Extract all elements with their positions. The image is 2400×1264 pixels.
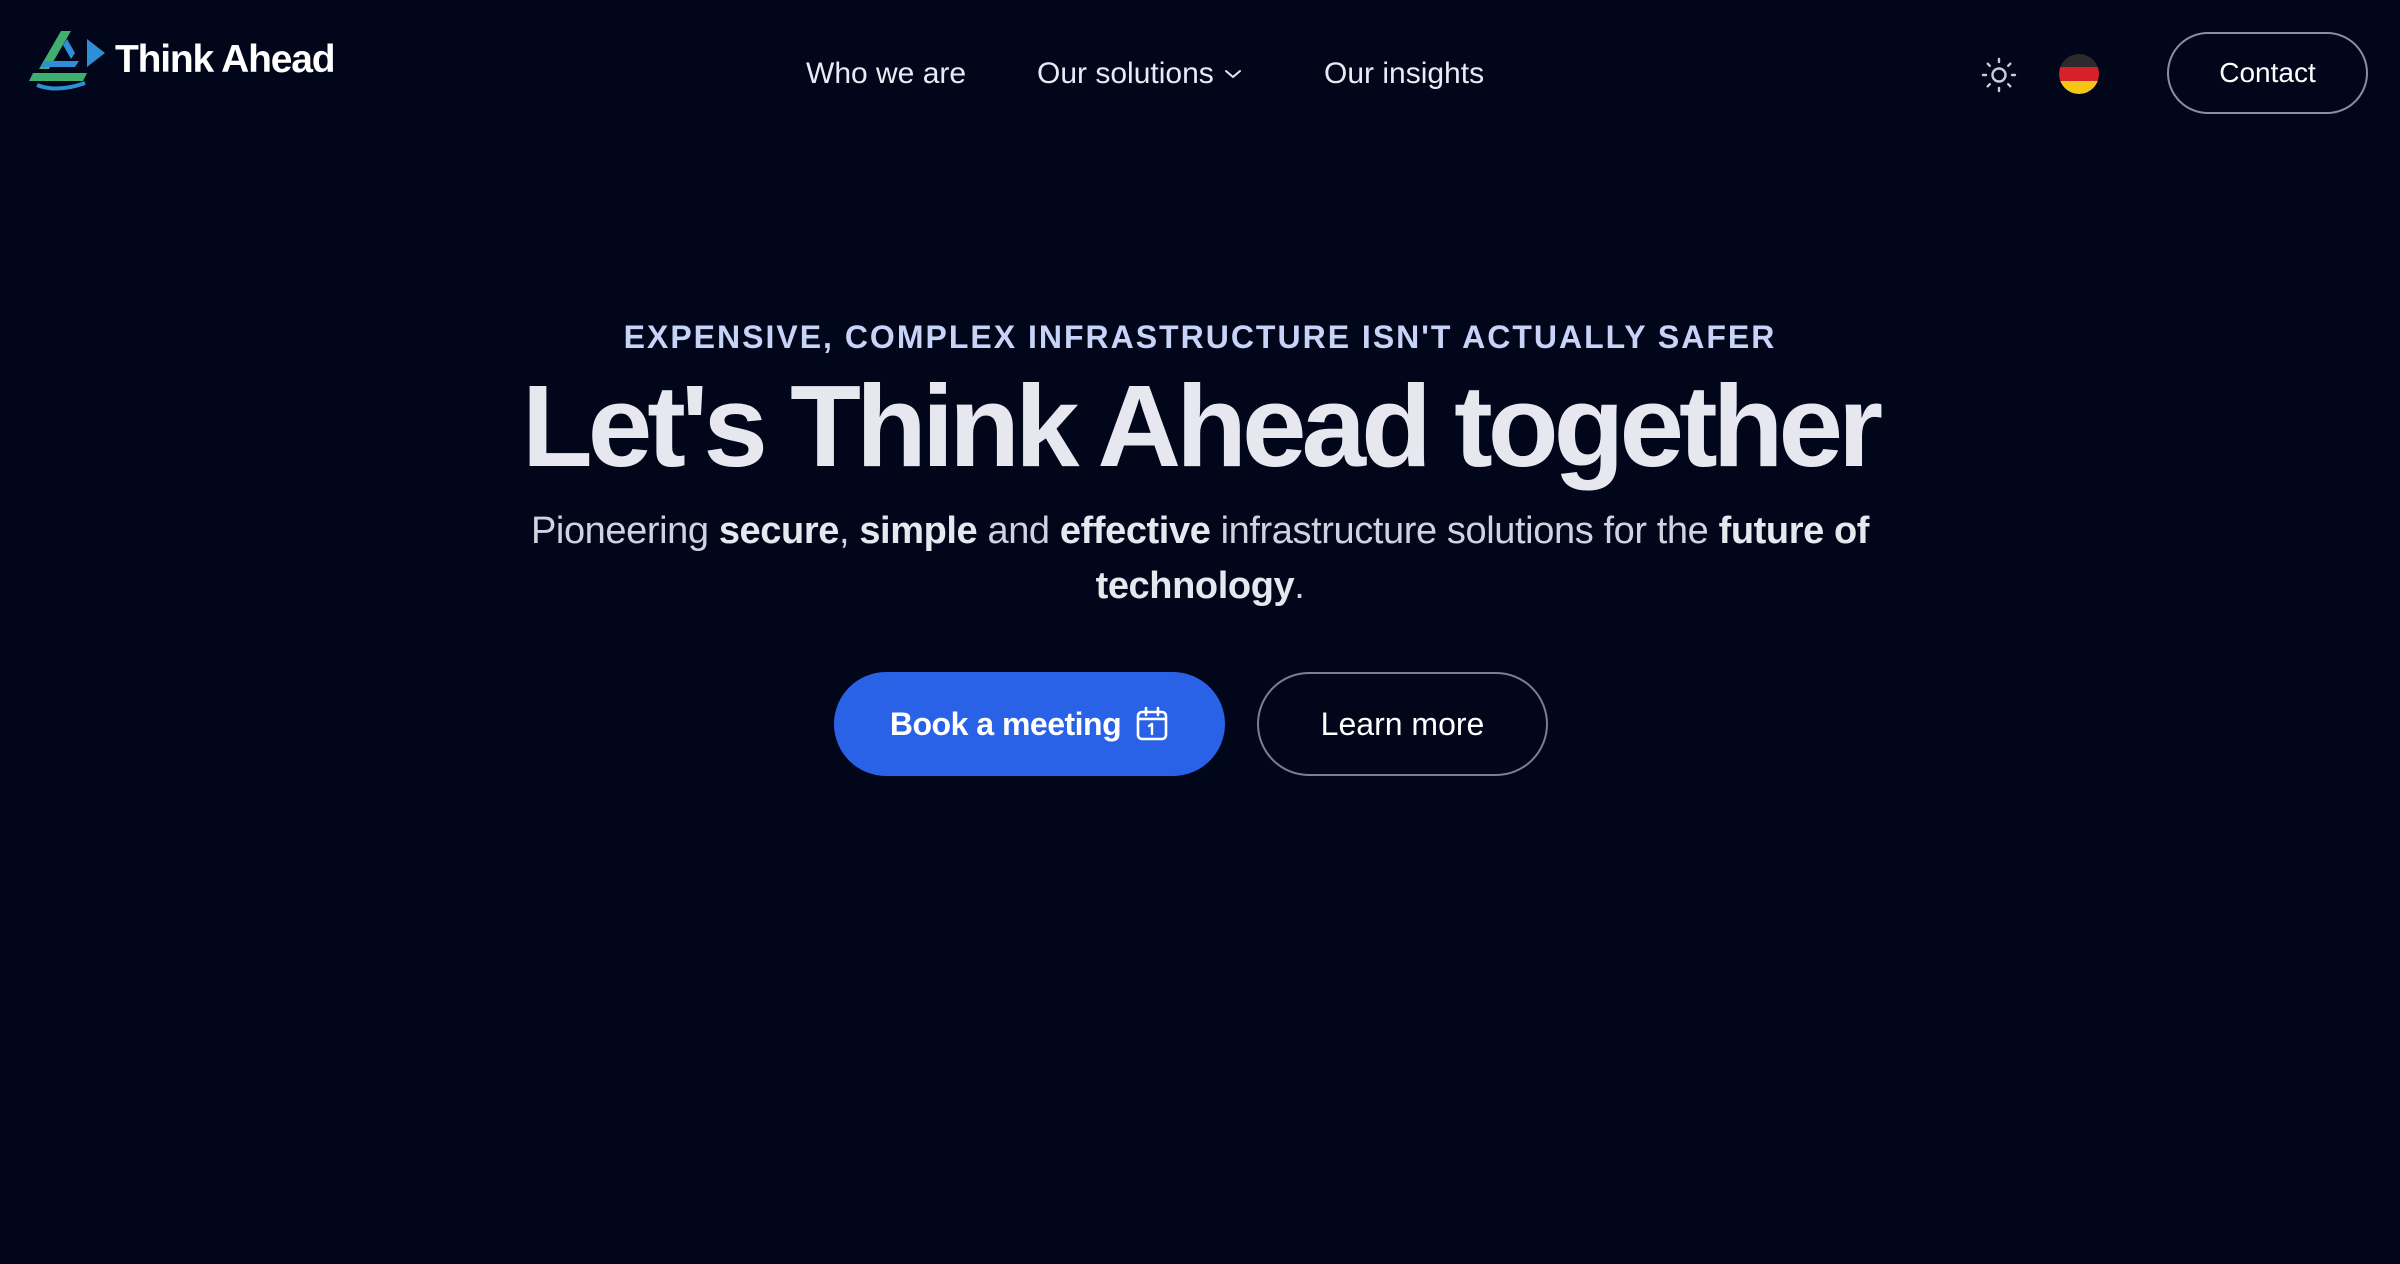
nav-our-insights-label: Our insights	[1324, 57, 1485, 90]
hero-subtitle: Pioneering secure, simple and effective …	[510, 504, 1890, 614]
hero-eyebrow: EXPENSIVE, COMPLEX INFRASTRUCTURE ISN'T …	[623, 319, 1777, 355]
chevron-down-icon	[1224, 70, 1241, 78]
nav-who-we-are[interactable]: Who we are	[806, 44, 966, 104]
learn-more-button[interactable]: Learn more	[1257, 672, 1548, 776]
site-header: Think Ahead Who we are Our solutions Our…	[0, 0, 2400, 148]
hero-headline: Let's Think Ahead together	[521, 361, 1883, 491]
hero-section: EXPENSIVE, COMPLEX INFRASTRUCTURE ISN'T …	[0, 300, 2400, 614]
think-ahead-logo-icon	[29, 31, 105, 91]
subtitle-future-of: future of	[1718, 510, 1870, 552]
page: Think Ahead Who we are Our solutions Our…	[0, 0, 2400, 1264]
germany-flag-icon	[2059, 54, 2099, 94]
nav-who-we-are-label: Who we are	[806, 57, 967, 90]
subtitle-effective: effective	[1059, 510, 1211, 552]
subtitle-simple: simple	[859, 510, 978, 552]
subtitle-pioneering: Pioneering	[530, 510, 709, 552]
subtitle-technology: technology	[1095, 565, 1295, 607]
nav-our-solutions[interactable]: Our solutions	[1037, 44, 1242, 104]
sun-icon	[1981, 57, 2017, 93]
logo-link[interactable]: Think Ahead	[27, 28, 336, 92]
language-switcher-button[interactable]	[2059, 54, 2099, 94]
main-nav: Who we are Our solutions Our insights	[0, 44, 2400, 104]
book-meeting-label: Book a meeting	[889, 705, 1122, 742]
nav-our-solutions-label: Our solutions	[1037, 57, 1214, 90]
hero-cta-row: Book a meeting Learn more	[0, 672, 2400, 776]
nav-our-insights[interactable]: Our insights	[1324, 44, 1484, 104]
brand-name: Think Ahead	[115, 38, 336, 81]
subtitle-middle: infrastructure solutions for the	[1220, 510, 1709, 552]
contact-button[interactable]: Contact	[2167, 32, 2368, 114]
subtitle-period: .	[1294, 565, 1305, 607]
book-meeting-button[interactable]: Book a meeting	[834, 672, 1225, 776]
subtitle-and: and	[987, 510, 1050, 552]
calendar-icon	[1136, 706, 1168, 741]
theme-toggle-button[interactable]	[1978, 54, 2020, 96]
subtitle-secure: secure	[718, 510, 840, 552]
subtitle-comma: ,	[838, 510, 850, 552]
